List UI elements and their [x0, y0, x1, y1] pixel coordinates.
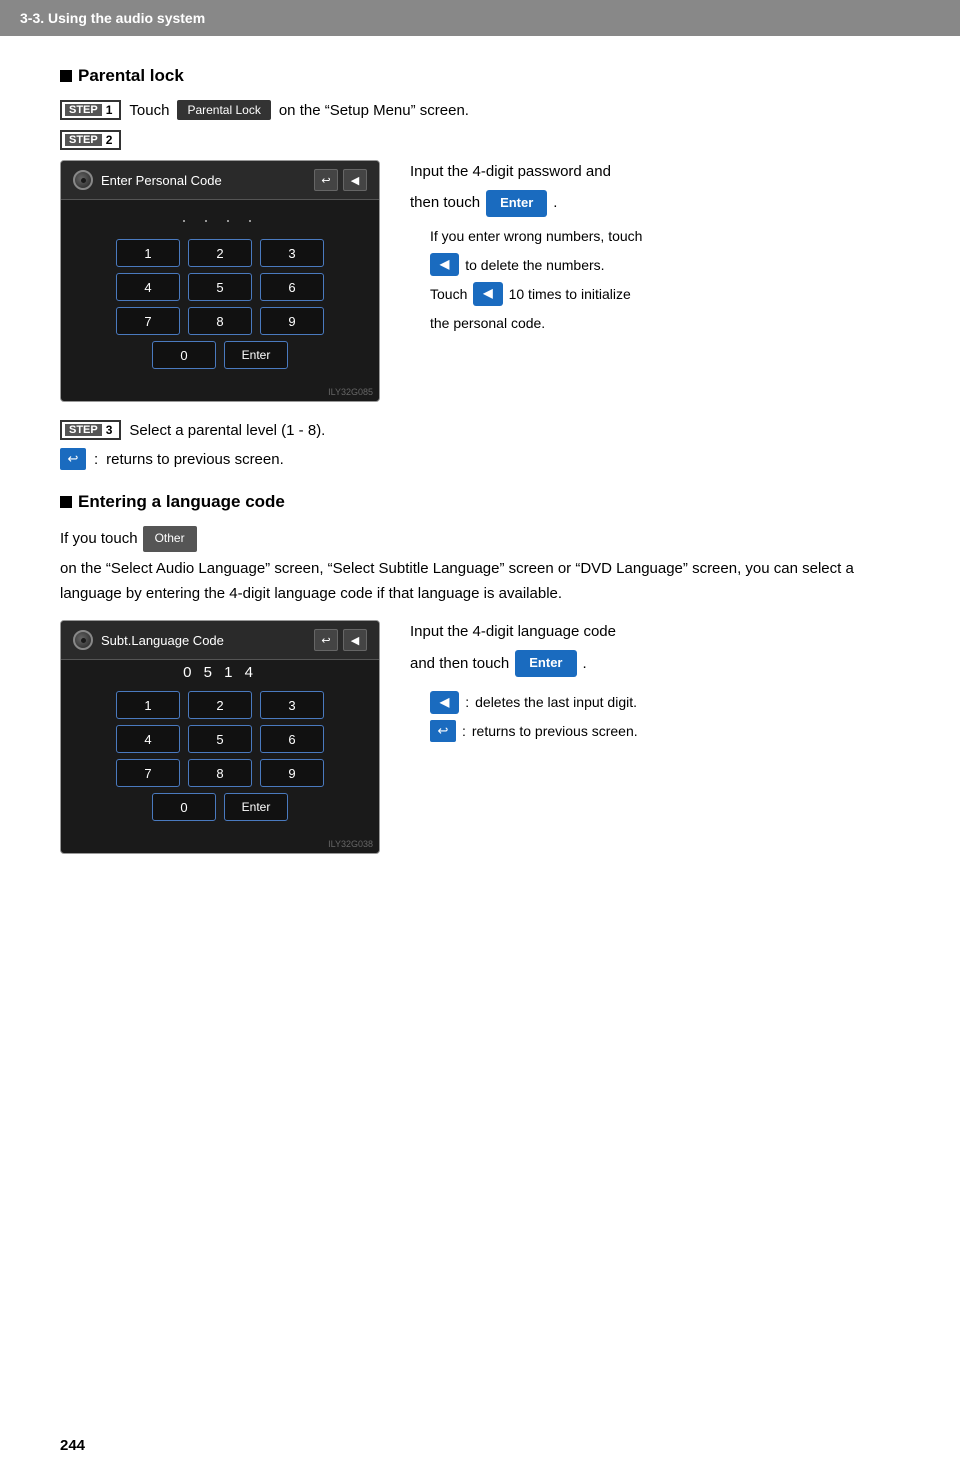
note1: If you enter wrong numbers, touch — [430, 225, 900, 247]
num-btn-8[interactable]: 8 — [188, 307, 252, 335]
lang-num-btn-4[interactable]: 4 — [116, 725, 180, 753]
delete-button-2[interactable]: ◀ — [473, 282, 502, 305]
screen2-header: Subt.Language Code ↩ ◀ — [61, 621, 379, 660]
section-icon — [60, 70, 72, 82]
step2-desc-line1: Input the 4-digit password and — [410, 160, 900, 184]
screen1-title: Enter Personal Code — [101, 173, 222, 188]
screen2-code: 0 5 1 4 — [61, 660, 379, 683]
screen2-left-nav[interactable]: ◀ — [343, 629, 367, 651]
screen2-back-nav[interactable]: ↩ — [314, 629, 338, 651]
step1-badge: STEP 1 — [60, 100, 121, 120]
lang-desc-line1: Input the 4-digit language code — [410, 620, 900, 644]
lang-note2: ↩ : returns to previous screen. — [430, 720, 900, 742]
step3-text: Select a parental level (1 - 8). — [129, 422, 325, 439]
lang-note1: ◀ : deletes the last input digit. — [430, 691, 900, 714]
section-icon-2 — [60, 496, 72, 508]
lang-num-btn-2[interactable]: 2 — [188, 691, 252, 719]
language-code-title: Entering a language code — [60, 492, 900, 512]
num-btn-3[interactable]: 3 — [260, 239, 324, 267]
language-code-body: If you touch Other on the “Select Audio … — [60, 526, 900, 606]
screen2-watermark: ILY32G038 — [61, 837, 379, 853]
step2-desc: Input the 4-digit password and then touc… — [410, 160, 900, 334]
screen1-numpad: 1 2 3 4 5 6 7 8 9 0 — [61, 231, 379, 385]
screen1-enter-btn[interactable]: Enter — [224, 341, 288, 369]
screen2-enter-btn[interactable]: Enter — [224, 793, 288, 821]
lang-num-btn-7[interactable]: 7 — [116, 759, 180, 787]
lang-num-btn-5[interactable]: 5 — [188, 725, 252, 753]
screen2: Subt.Language Code ↩ ◀ 0 5 1 4 1 2 3 4 5… — [60, 620, 380, 854]
back-note-row: ↩ : returns to previous screen. — [60, 448, 900, 470]
screen1-dots: . . . . — [61, 200, 379, 231]
screen2-title: Subt.Language Code — [101, 633, 224, 648]
screen2-numpad: 1 2 3 4 5 6 7 8 9 0 Enter — [61, 683, 379, 837]
page-number: 244 — [60, 1437, 85, 1454]
screen1-back-nav[interactable]: ↩ — [314, 169, 338, 191]
step2-row: STEP 2 — [60, 130, 900, 150]
disc-icon-2 — [73, 630, 93, 650]
lang-num-btn-1[interactable]: 1 — [116, 691, 180, 719]
screen1-watermark: ILY32G085 — [61, 385, 379, 401]
note2: Touch ◀ 10 times to initialize — [430, 282, 900, 305]
lang-num-btn-9[interactable]: 9 — [260, 759, 324, 787]
header-title: 3-3. Using the audio system — [20, 10, 205, 26]
num-btn-4[interactable]: 4 — [116, 273, 180, 301]
step3-badge: STEP 3 — [60, 420, 121, 440]
num-btn-0[interactable]: 0 — [152, 341, 216, 369]
num-btn-6[interactable]: 6 — [260, 273, 324, 301]
delete-button-1[interactable]: ◀ — [430, 253, 459, 276]
lang-delete-btn[interactable]: ◀ — [430, 691, 459, 714]
step2-desc-line2: then touch Enter . — [410, 190, 900, 217]
other-button[interactable]: Other — [143, 526, 197, 552]
lang-num-btn-3[interactable]: 3 — [260, 691, 324, 719]
step1-text-after: on the “Setup Menu” screen. — [279, 102, 469, 119]
parental-lock-title: Parental lock — [60, 66, 900, 86]
lang-num-btn-8[interactable]: 8 — [188, 759, 252, 787]
step3-row: STEP 3 Select a parental level (1 - 8). — [60, 420, 900, 440]
parental-lock-button[interactable]: Parental Lock — [177, 100, 270, 120]
enter-button-1[interactable]: Enter — [486, 190, 547, 217]
disc-icon — [73, 170, 93, 190]
step1-row: STEP 1 Touch Parental Lock on the “Setup… — [60, 100, 900, 120]
num-btn-5[interactable]: 5 — [188, 273, 252, 301]
lang-desc: Input the 4-digit language code and then… — [410, 620, 900, 748]
note2-line2: the personal code. — [430, 312, 900, 334]
num-btn-7[interactable]: 7 — [116, 307, 180, 335]
screen1: Enter Personal Code ↩ ◀ . . . . 1 2 3 — [60, 160, 380, 402]
lang-num-btn-6[interactable]: 6 — [260, 725, 324, 753]
lang-back-btn: ↩ — [430, 720, 456, 742]
step2-badge: STEP 2 — [60, 130, 121, 150]
num-btn-2[interactable]: 2 — [188, 239, 252, 267]
screen1-header: Enter Personal Code ↩ ◀ — [61, 161, 379, 200]
num-btn-9[interactable]: 9 — [260, 307, 324, 335]
lang-desc-line2: and then touch Enter . — [410, 650, 900, 677]
screen1-left-nav[interactable]: ◀ — [343, 169, 367, 191]
num-btn-1[interactable]: 1 — [116, 239, 180, 267]
page-header: 3-3. Using the audio system — [0, 0, 960, 36]
back-button-icon: ↩ — [60, 448, 86, 470]
lang-num-btn-0[interactable]: 0 — [152, 793, 216, 821]
note1-btn-row: ◀ to delete the numbers. — [430, 253, 900, 276]
step1-text-before: Touch — [129, 102, 169, 119]
back-note-text: returns to previous screen. — [106, 451, 284, 468]
enter-button-2[interactable]: Enter — [515, 650, 576, 677]
